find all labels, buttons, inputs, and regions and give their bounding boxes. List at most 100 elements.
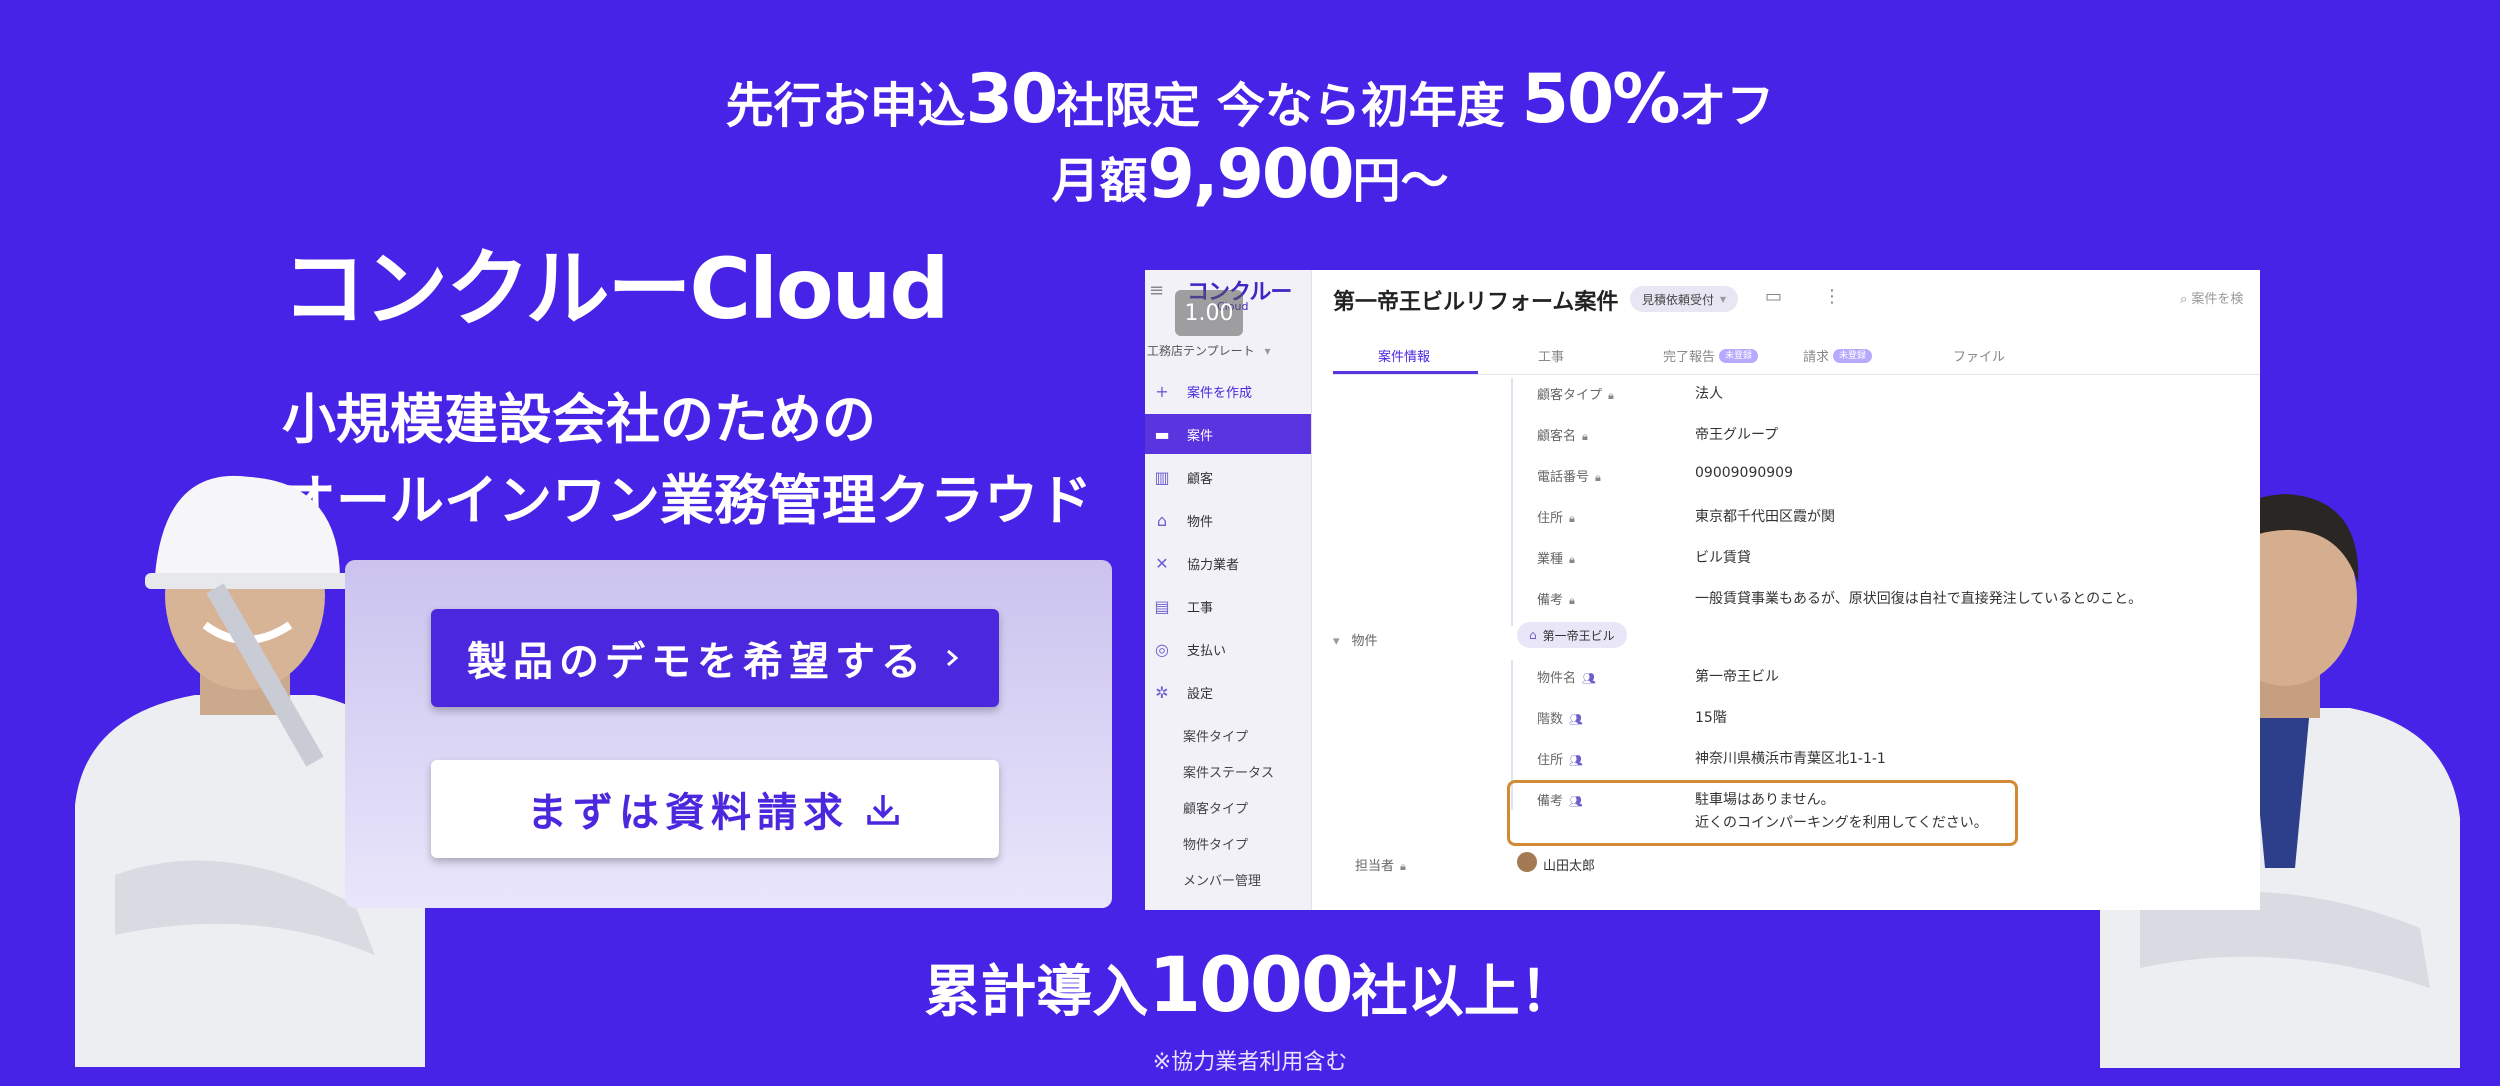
property-chip[interactable]: ⌂ 第一帝王ビル bbox=[1517, 622, 1627, 648]
clipboard-icon: ▤ bbox=[1154, 596, 1170, 616]
people-icon: 👥︎ bbox=[1569, 754, 1583, 767]
tab-construction[interactable]: 工事 bbox=[1538, 346, 1564, 365]
search-input[interactable]: ⌕ 案件を検 bbox=[2180, 288, 2243, 307]
tab-label: 請求 bbox=[1803, 350, 1830, 365]
chevron-down-icon: ▾ bbox=[1720, 292, 1727, 306]
field-label: 備考 👥︎ bbox=[1537, 794, 1583, 809]
search-icon: ⌕ bbox=[2180, 292, 2188, 307]
promo-text: オフ bbox=[1678, 78, 1775, 134]
property-chip-label: 第一帝王ビル bbox=[1542, 628, 1615, 643]
search-placeholder: 案件を検 bbox=[2191, 292, 2244, 307]
comment-icon[interactable]: ▭ bbox=[1765, 286, 1782, 307]
app-screenshot: ≡ コンクルー Cloud 1.00 工務店テンプレート ▾ +案件を作成 ▬案… bbox=[1145, 270, 2260, 910]
field-value: 09009090909 bbox=[1695, 465, 1793, 481]
promo-headline: 先行お申込30社限定 今なら初年度 50%オフ bbox=[0, 60, 2500, 139]
sidebar-item-partners[interactable]: ✕ 協力業者 bbox=[1145, 543, 1311, 583]
lock-icon: 🔒︎ bbox=[1569, 553, 1575, 566]
sidebar-subitem[interactable]: 物件タイプ bbox=[1183, 834, 1248, 853]
field-label: 階数 👥︎ bbox=[1537, 712, 1583, 727]
tab-project-info[interactable]: 案件情報 bbox=[1378, 346, 1430, 365]
menu-icon[interactable]: ≡ bbox=[1149, 280, 1164, 301]
tab-label: 完了報告 bbox=[1663, 350, 1716, 365]
project-tabs: 案件情報 工事 完了報告 未登録 請求 未登録 ファイル bbox=[1333, 340, 2260, 375]
gear-icon: ✲ bbox=[1155, 682, 1169, 702]
template-select[interactable]: 工務店テンプレート ▾ bbox=[1147, 342, 1271, 359]
field-value: 帝王グループ bbox=[1695, 427, 1779, 443]
house-icon: ⌂ bbox=[1529, 628, 1537, 642]
adoption-count: 累計導入1000社以上！ bbox=[0, 940, 2500, 1029]
sidebar-item-customers[interactable]: ▥ 顧客 bbox=[1145, 457, 1311, 497]
count-number: 1000 bbox=[1148, 940, 1354, 1029]
yen-icon: ◎ bbox=[1155, 639, 1169, 659]
lock-icon: 🔒︎ bbox=[1608, 389, 1614, 402]
promo-text: 社限定 今なら初年度 bbox=[1056, 78, 1522, 134]
people-icon: 👥︎ bbox=[1569, 795, 1583, 808]
active-tab-indicator bbox=[1333, 371, 1478, 374]
field-label: 住所 👥︎ bbox=[1537, 753, 1583, 768]
sidebar-item-label: 案件 bbox=[1187, 428, 1214, 444]
template-label: 工務店テンプレート bbox=[1147, 344, 1255, 358]
request-demo-label: 製品のデモを希望する bbox=[467, 639, 927, 685]
tab-completion-report[interactable]: 完了報告 未登録 bbox=[1663, 346, 1759, 365]
sidebar-subitem[interactable]: メンバー管理 bbox=[1183, 870, 1261, 889]
field-value: 15階 bbox=[1695, 710, 1727, 726]
tab-files[interactable]: ファイル bbox=[1953, 346, 2005, 365]
sidebar-subitem[interactable]: 案件ステータス bbox=[1183, 762, 1274, 781]
field-value: 神奈川県横浜市青葉区北1-1-1 bbox=[1695, 751, 1886, 767]
status-label: 見積依頼受付 bbox=[1642, 292, 1715, 307]
people-icon: 👥︎ bbox=[1582, 672, 1596, 685]
download-icon bbox=[863, 789, 903, 829]
plus-icon: + bbox=[1155, 381, 1169, 401]
sidebar-item-create[interactable]: + 案件を作成 bbox=[1145, 371, 1311, 411]
tagline-line-1: 小規模建設会社のための bbox=[282, 388, 876, 451]
tools-icon: ✕ bbox=[1155, 553, 1169, 573]
lock-icon: 🔒︎ bbox=[1595, 471, 1601, 484]
status-badge: 未登録 bbox=[1833, 348, 1873, 363]
field-label: 住所 🔒︎ bbox=[1537, 511, 1575, 526]
sidebar-item-label: 顧客 bbox=[1187, 471, 1214, 487]
price-unit: 円〜 bbox=[1352, 153, 1449, 209]
sidebar-item-label: 案件を作成 bbox=[1187, 385, 1253, 401]
request-demo-button[interactable]: 製品のデモを希望する bbox=[431, 609, 999, 707]
property-section-toggle[interactable]: ▾ 物件 bbox=[1333, 630, 1378, 649]
promo-text: 先行お申込 bbox=[725, 78, 966, 134]
chevron-right-icon bbox=[941, 647, 963, 669]
sidebar-subitem[interactable]: 顧客タイプ bbox=[1183, 798, 1248, 817]
field-value: 駐車場はありません。 bbox=[1695, 792, 1835, 808]
sidebar-item-settings[interactable]: ✲ 設定 bbox=[1145, 672, 1311, 712]
status-dropdown[interactable]: 見積依頼受付 ▾ bbox=[1630, 286, 1739, 312]
sidebar-subitem[interactable]: 案件タイプ bbox=[1183, 726, 1248, 745]
building-icon: ▥ bbox=[1154, 467, 1170, 487]
people-icon: 👥︎ bbox=[1569, 713, 1583, 726]
tab-invoice[interactable]: 請求 未登録 bbox=[1803, 346, 1873, 365]
section-divider bbox=[1511, 378, 1513, 626]
avatar bbox=[1517, 852, 1537, 872]
tab-label: ファイル bbox=[1953, 350, 2006, 365]
request-brochure-button[interactable]: まずは資料請求 bbox=[431, 760, 999, 858]
more-icon[interactable]: ⋮ bbox=[1823, 286, 1841, 307]
field-label: 電話番号 🔒︎ bbox=[1537, 470, 1601, 485]
sidebar-item-payments[interactable]: ◎ 支払い bbox=[1145, 629, 1311, 669]
request-brochure-label: まずは資料請求 bbox=[527, 790, 849, 836]
count-text: 社以上！ bbox=[1351, 960, 1576, 1025]
price-number: 9,900 bbox=[1147, 135, 1354, 214]
field-value: 一般賃貸事業もあるが、原状回復は自社で直接発注しているとのこと。 bbox=[1695, 591, 2143, 607]
promo-price: 月額9,900円〜 bbox=[0, 135, 2500, 214]
lock-icon: 🔒︎ bbox=[1582, 430, 1588, 443]
field-label: 顧客名 🔒︎ bbox=[1537, 429, 1588, 444]
house-icon: ⌂ bbox=[1156, 510, 1168, 530]
sidebar-item-label: 設定 bbox=[1187, 686, 1214, 702]
brand-title: コンクルーCloud bbox=[282, 240, 950, 338]
sidebar-item-projects[interactable]: ▬ 案件 bbox=[1145, 414, 1311, 454]
promo-discount: 50% bbox=[1521, 60, 1681, 139]
lock-icon: 🔒︎ bbox=[1569, 512, 1575, 525]
tab-label: 工事 bbox=[1538, 350, 1565, 365]
field-value: ビル賃貸 bbox=[1695, 550, 1751, 566]
sidebar-item-properties[interactable]: ⌂ 物件 bbox=[1145, 500, 1311, 540]
folder-icon: ▬ bbox=[1154, 424, 1170, 444]
sidebar-item-label: 工事 bbox=[1187, 600, 1214, 616]
sidebar-item-construction[interactable]: ▤ 工事 bbox=[1145, 586, 1311, 626]
assignee-name: 山田太郎 bbox=[1543, 859, 1596, 874]
app-sidebar: ≡ コンクルー Cloud 1.00 工務店テンプレート ▾ +案件を作成 ▬案… bbox=[1145, 270, 1312, 910]
field-value: 第一帝王ビル bbox=[1695, 669, 1779, 685]
